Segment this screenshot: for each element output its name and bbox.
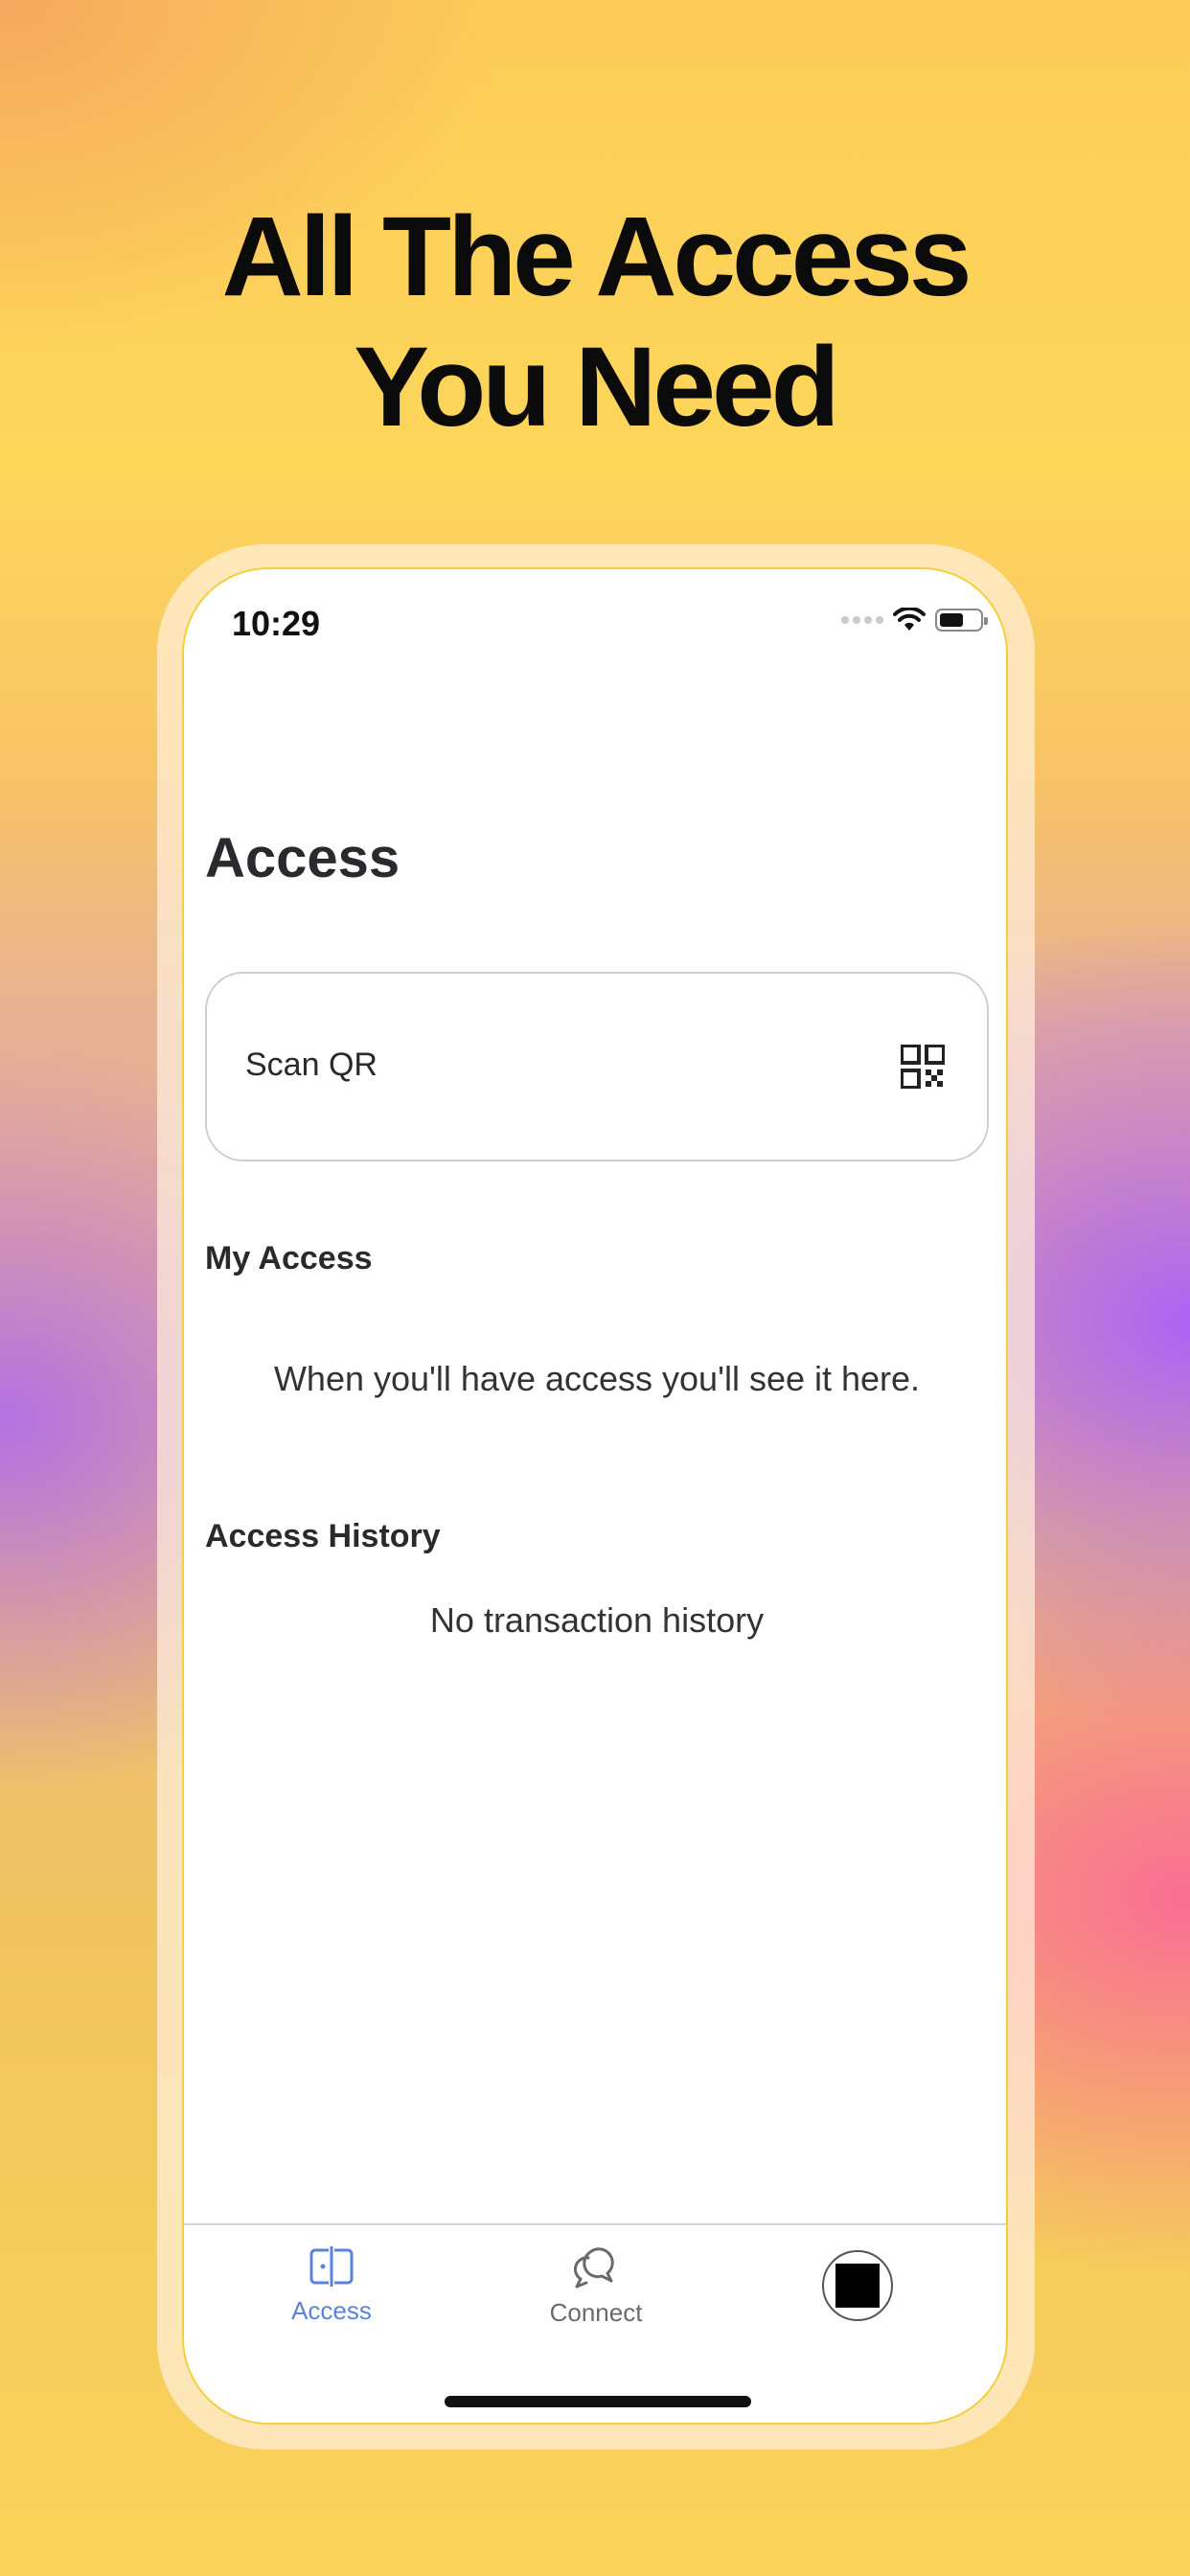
- chat-bubbles-icon: [574, 2247, 614, 2288]
- tab-profile-avatar[interactable]: [822, 2250, 893, 2321]
- my-access-empty-message: When you'll have access you'll see it he…: [273, 1359, 921, 1398]
- access-history-heading: Access History: [205, 1518, 441, 1554]
- home-indicator[interactable]: [445, 2396, 751, 2407]
- access-history-empty-message: No transaction history: [429, 1600, 765, 1640]
- status-time: 10:29: [232, 604, 321, 643]
- tab-connect-label: Connect: [549, 2298, 643, 2327]
- scan-qr-label: Scan QR: [245, 1046, 378, 1083]
- tab-connect[interactable]: Connect: [491, 2244, 701, 2328]
- cellular-signal-icon: [841, 616, 883, 624]
- wifi-icon: [893, 608, 926, 631]
- profile-avatar-icon: [835, 2264, 880, 2308]
- headline-line-2: You Need: [354, 324, 839, 450]
- access-icon: [309, 2246, 354, 2287]
- scan-qr-button[interactable]: Scan QR: [205, 972, 989, 1162]
- my-access-heading: My Access: [205, 1240, 373, 1276]
- headline-line-1: All The Access: [221, 194, 972, 320]
- marketing-headline: All The Access You Need: [0, 192, 1190, 452]
- tab-bar: Access Connect: [184, 2223, 1006, 2423]
- phone-screen: 10:29 Access Scan QR My Access When you'…: [182, 567, 1008, 2425]
- tab-access[interactable]: Access: [226, 2244, 437, 2326]
- battery-icon: [935, 609, 988, 632]
- page-title: Access: [205, 827, 400, 889]
- tab-access-label: Access: [291, 2296, 372, 2325]
- status-bar-icons: [841, 608, 988, 632]
- qr-code-icon: [901, 1045, 945, 1089]
